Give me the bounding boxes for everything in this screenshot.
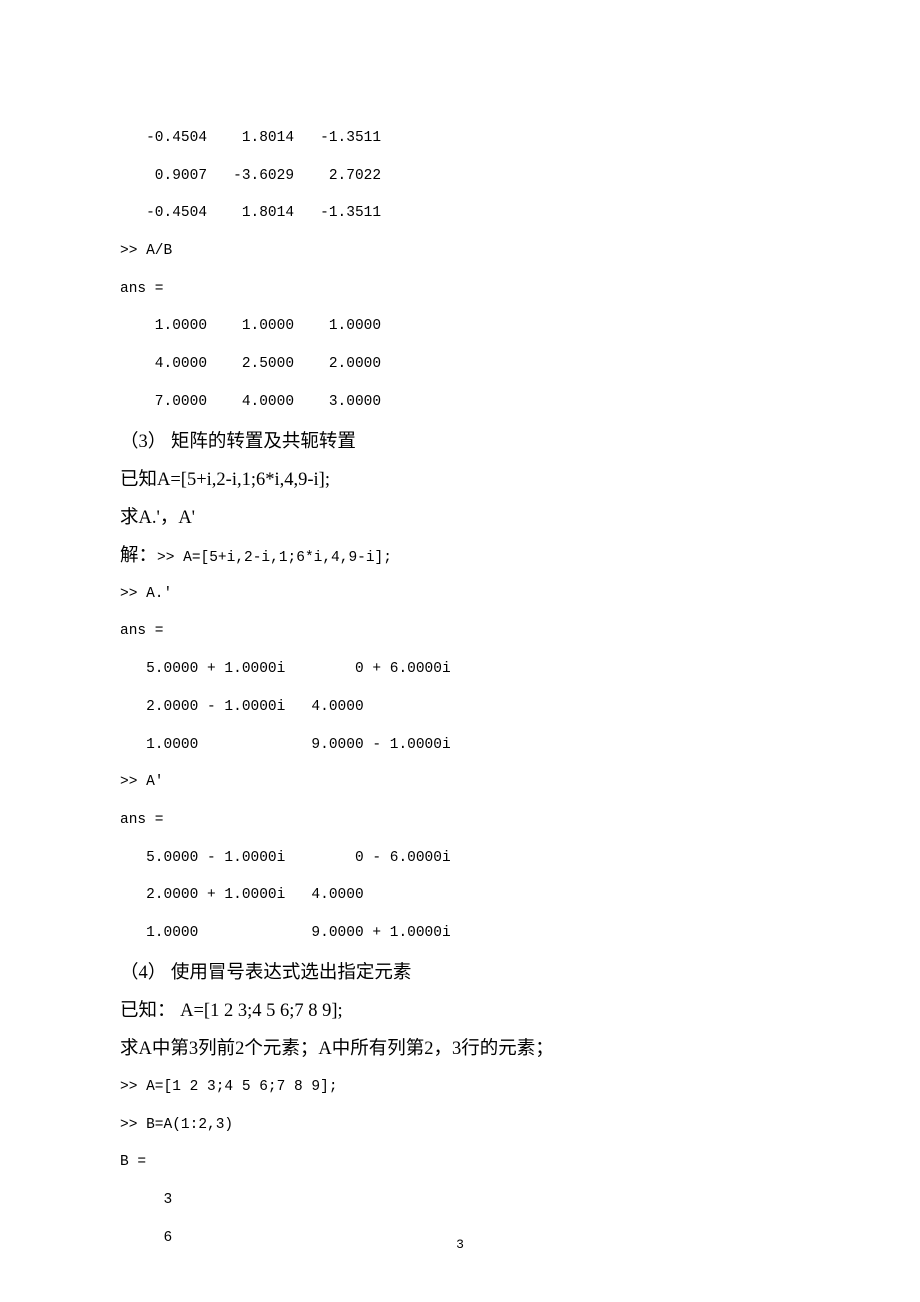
code-output-block-1: -0.4504 1.8014 -1.3511 0.9007 -3.6029 2.… (120, 120, 800, 422)
section-4-request: 求A中第3列前2个元素；A中所有列第2，3行的元素； (120, 1031, 800, 1067)
code-output-block-2: >> A.' ans = 5.0000 + 1.0000i 0 + 6.0000… (120, 576, 800, 953)
section-4-title: （4） 使用冒号表达式选出指定元素 (120, 955, 800, 991)
section-3-request: 求A.'，A' (120, 500, 800, 536)
section-4-known: 已知： A=[1 2 3;4 5 6;7 8 9]; (120, 993, 800, 1029)
solution-code-inline: >> A=[5+i,2-i,1;6*i,4,9-i]; (157, 550, 392, 566)
page-number: 3 (0, 1237, 920, 1252)
code-output-block-3: >> A=[1 2 3;4 5 6;7 8 9]; >> B=A(1:2,3) … (120, 1069, 800, 1257)
section-3-solution-line: 解：>> A=[5+i,2-i,1;6*i,4,9-i]; (120, 538, 800, 574)
solution-prefix: 解： (120, 546, 157, 566)
section-3-known: 已知A=[5+i,2-i,1;6*i,4,9-i]; (120, 462, 800, 498)
section-3-title: （3） 矩阵的转置及共轭转置 (120, 424, 800, 460)
document-page: -0.4504 1.8014 -1.3511 0.9007 -3.6029 2.… (0, 0, 920, 1302)
